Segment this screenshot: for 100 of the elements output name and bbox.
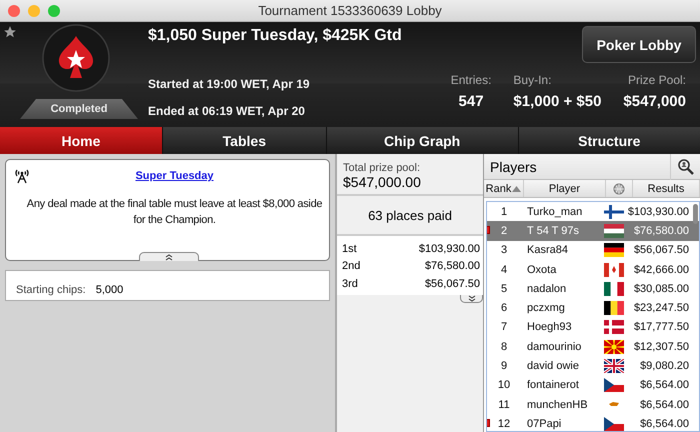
starting-chips-label: Starting chips: — [16, 284, 86, 296]
player-name: Turko_man — [526, 206, 584, 218]
flag-icon — [604, 262, 624, 277]
status-ribbon: Completed — [20, 99, 138, 119]
result-cell-text: $12,307.50 — [632, 340, 690, 353]
rank-cell-text: 8 — [500, 340, 508, 353]
result-cell: $103,930.00 — [627, 206, 690, 218]
close-button[interactable] — [8, 4, 20, 16]
player-name: Kasra84 — [526, 244, 569, 256]
flag-icon — [604, 224, 624, 238]
stat-label: Buy-In: — [513, 73, 552, 87]
prize-amount: $76,580.00 — [424, 260, 480, 272]
tournament-title: $1,050 Super Tuesday, $425K Gtd — [148, 27, 402, 45]
player-row[interactable]: 2 T 54 T 97s $76,580.00 — [487, 221, 699, 241]
notice-link[interactable]: Super Tuesday — [135, 170, 214, 182]
column-header[interactable]: Rank — [484, 180, 524, 197]
result-cell-text: $30,085.00 — [632, 282, 690, 295]
chevron-down-icon — [466, 294, 476, 302]
place-label: 1st — [342, 242, 357, 255]
player-row[interactable]: 4 Oxota $42,666.00 — [487, 260, 699, 280]
column-header[interactable]: Player — [524, 180, 606, 197]
result-cell-text: $23,247.50 — [632, 302, 690, 314]
flag-icon — [604, 282, 624, 296]
result-cell-text: $17,777.50 — [632, 321, 690, 334]
rank-cell-text: 5 — [500, 282, 508, 295]
prize-amount: $56,067.50 — [424, 278, 480, 290]
flag-icon — [604, 243, 624, 258]
tab[interactable]: Home — [0, 127, 162, 154]
place-label: 2nd — [342, 260, 360, 272]
search-icon — [676, 158, 694, 176]
notice-text: Any deal made at the final table must leave at least $8,000 aside for the Champion. — [26, 197, 323, 228]
result-cell-text: $42,666.00 — [632, 264, 690, 276]
expand-handle[interactable] — [460, 294, 483, 302]
player-row[interactable]: 10 fontainerot $6,564.00 — [487, 376, 699, 395]
players-title: Players — [490, 158, 537, 174]
total-prize-label: Total prize pool: — [343, 162, 422, 174]
rank-cell-text: 2 — [500, 224, 508, 237]
total-prize-value: $547,000.00 — [343, 174, 422, 190]
stat-value: 547 — [458, 93, 484, 110]
rank-cell-text: 11 — [497, 398, 511, 411]
chevron-up-icon — [164, 253, 174, 261]
collapse-handle[interactable] — [139, 252, 199, 261]
flag-icon — [604, 359, 624, 374]
scrollbar-thumb[interactable] — [693, 204, 698, 224]
player-name: 07Papi — [526, 418, 562, 430]
player-name: pczxmg — [526, 302, 566, 314]
player-row[interactable]: 1 Turko_man $103,930.00 — [487, 202, 699, 222]
player-row[interactable]: 12 07Papi $6,564.00 — [487, 414, 699, 431]
result-cell-text: $6,564.00 — [639, 379, 690, 392]
player-name: T 54 T 97s — [526, 224, 580, 237]
rank-cell-text: 4 — [500, 264, 508, 276]
player-row[interactable]: 7 Hoegh93 $17,777.50 — [487, 318, 699, 338]
rank-cell-text: 12 — [496, 418, 512, 430]
tab[interactable]: Structure — [518, 127, 700, 154]
player-name: david owie — [526, 360, 580, 372]
player-row[interactable]: 3 Kasra84 $56,067.50 — [487, 240, 699, 260]
player-name: fontainerot — [526, 379, 580, 392]
player-row[interactable]: 8 damourinio $12,307.50 — [487, 337, 699, 356]
globe-icon — [613, 182, 625, 194]
flag-icon — [604, 204, 624, 219]
stat-value: $1,000 + $50 — [513, 93, 602, 110]
player-row[interactable]: 6 pczxmg $23,247.50 — [487, 298, 699, 318]
sort-icon — [512, 186, 522, 192]
end-time: Ended at 06:19 WET, Apr 20 — [148, 104, 306, 118]
player-name: nadalon — [526, 282, 568, 295]
poker-lobby-button[interactable]: Poker Lobby — [582, 26, 696, 63]
player-name: Oxota — [526, 264, 558, 276]
starting-chips-value: 5,000 — [96, 284, 124, 296]
player-name: damourinio — [526, 340, 582, 353]
tab[interactable]: Tables — [162, 127, 326, 154]
start-time: Started at 19:00 WET, Apr 19 — [148, 77, 310, 91]
stat-value: $547,000 — [623, 93, 686, 110]
flag-icon — [604, 416, 624, 431]
rank-cell-text: 9 — [500, 360, 508, 372]
player-row[interactable]: 11 munchenHB $6,564.00 — [487, 394, 699, 414]
rank-cell-text: 10 — [496, 379, 512, 392]
spade-logo — [42, 24, 110, 92]
result-cell-text: $6,564.00 — [639, 398, 690, 411]
flag-icon — [604, 340, 624, 354]
tab[interactable]: Chip Graph — [326, 127, 518, 154]
star-icon[interactable] — [3, 25, 17, 39]
rank-cell-text: 7 — [500, 321, 508, 334]
window-title: Tournament 1533360639 Lobby — [258, 3, 442, 18]
result-cell-text: $9,080.20 — [639, 360, 690, 372]
flag-icon — [604, 378, 624, 392]
prize-amount: $103,930.00 — [418, 242, 480, 255]
stat-label: Prize Pool: — [628, 73, 686, 87]
rank-cell-text: 6 — [500, 302, 508, 314]
player-row[interactable]: 5 nadalon $30,085.00 — [487, 279, 699, 298]
column-header[interactable]: Results — [633, 180, 700, 197]
player-row[interactable]: 9 david owie $9,080.20 — [487, 356, 699, 376]
result-cell-text: $76,580.00 — [632, 224, 690, 237]
result-cell-text: $56,067.50 — [632, 244, 690, 256]
player-name: munchenHB — [526, 398, 589, 411]
stat-label: Entries: — [450, 73, 492, 87]
flag-icon — [604, 301, 624, 316]
result-cell-text: $6,564.00 — [639, 418, 690, 430]
rank-cell-text: 1 — [500, 206, 508, 218]
antenna-icon — [14, 168, 30, 184]
player-name: Hoegh93 — [526, 321, 573, 334]
